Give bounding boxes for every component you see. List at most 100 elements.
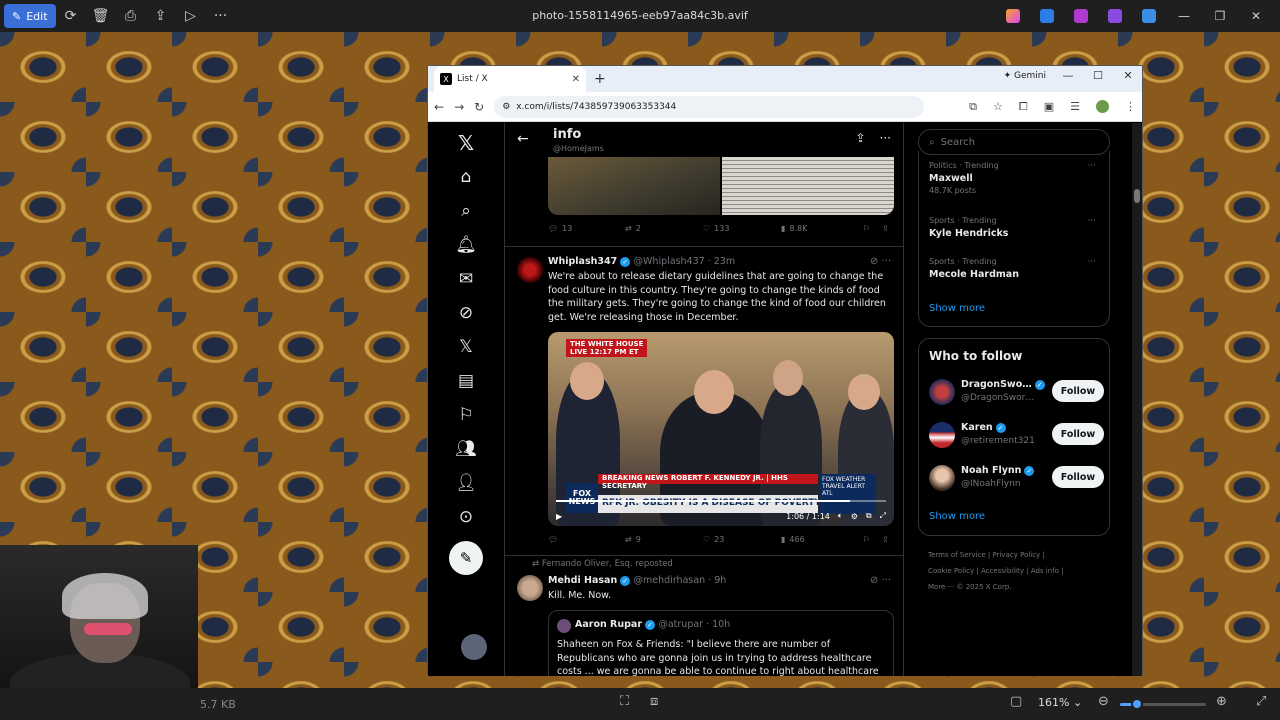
follow-button[interactable]: Follow [1052,380,1104,402]
slideshow-icon[interactable]: ▷ [176,3,206,29]
follow-suggestion[interactable]: DragonSwo… ✓ @DragonSwor… Follow [929,377,1104,409]
new-tab-icon[interactable]: + [594,71,606,87]
trend-more-icon[interactable]: ··· [1087,257,1096,267]
trends-show-more[interactable]: Show more [929,303,985,314]
install-app-icon[interactable]: ⧉ [969,100,977,114]
print-icon[interactable]: ⎙ [116,3,146,29]
url-field[interactable]: ⚙ x.com/i/lists/743859739063353344 [494,95,925,118]
zoom-in-icon[interactable]: ⊕ [1216,694,1227,709]
delete-icon[interactable]: 🗑 [86,3,116,29]
photos-app-icon[interactable] [1108,9,1122,23]
cookie-link[interactable]: Cookie Policy [928,567,974,575]
profile-icon[interactable]: 👤︎ [454,471,478,495]
like-button[interactable]: ♡ 23 [703,535,781,544]
volume-icon[interactable]: 🔈︎ [838,511,843,521]
clipchamp-icon[interactable] [1074,9,1088,23]
notifications-bell-icon[interactable]: 🔔︎ [454,233,478,257]
profile-avatar[interactable] [1096,100,1109,113]
trend-more-icon[interactable]: ··· [1087,161,1096,171]
bookmarks-icon[interactable]: ⚐ [454,403,478,427]
browser-minimize-button[interactable]: — [1058,69,1078,82]
browser-menu-icon[interactable]: ⋮ [1125,100,1136,113]
more-circle-icon[interactable]: ⊙ [454,505,478,529]
quoted-tweet[interactable]: Aaron Rupar ✓ @atrupar · 10h Shaheen on F… [548,610,894,676]
repost-button[interactable]: ⇄ 9 [625,535,703,544]
compose-post-button[interactable]: ✎ [449,541,483,575]
crop-icon[interactable]: ⛶ [620,694,629,709]
bookmark-star-icon[interactable]: ☆ [993,100,1003,113]
forward-nav-icon[interactable]: → [454,100,464,114]
pip-icon[interactable]: ⧉ [866,511,872,521]
more-options-icon[interactable]: ··· [206,3,236,29]
back-arrow-icon[interactable]: ← [517,131,529,147]
bookmark-icon[interactable]: ⚐ [863,224,870,233]
video-progress-bar[interactable] [556,500,886,502]
follow-button[interactable]: Follow [1052,423,1104,445]
account-avatar[interactable] [461,634,487,660]
bookmark-icon[interactable]: ⚐ [863,535,870,544]
trend-item[interactable]: Sports · Trending Kyle Hendricks ··· [929,216,1104,239]
copilot-icon[interactable] [1006,9,1020,23]
tweet-more-icon[interactable]: ⊘ ··· [870,575,891,586]
fullscreen-icon[interactable]: ⤢ [880,511,886,521]
follow-button[interactable]: Follow [1052,466,1104,488]
home-icon[interactable]: ⌂ [454,165,478,189]
rotate-icon[interactable]: ⟳ [56,3,86,29]
who-to-follow-show-more[interactable]: Show more [929,511,985,522]
minimize-button[interactable]: — [1168,3,1200,29]
follow-suggestion[interactable]: Noah Flynn ✓ @INoahFlynn Follow [929,463,1104,495]
views-button[interactable]: ▮ 466 [781,535,863,544]
tweet-author[interactable]: Mehdi Hasan ✓ @mehdirhasan · 9h [548,575,726,586]
repost-button[interactable]: ⇄ 2 [625,224,703,233]
settings-gear-icon[interactable]: ⚙ [851,512,858,521]
reload-icon[interactable]: ↻ [474,100,484,114]
trend-more-icon[interactable]: ··· [1087,216,1096,226]
page-scrollbar[interactable] [1132,123,1142,676]
zoom-slider[interactable] [1120,698,1206,710]
explore-search-icon[interactable]: ⌕ [454,199,478,223]
share-icon[interactable]: ⇪ [882,224,889,233]
tweet-avatar[interactable] [517,575,543,601]
fullscreen-toggle-icon[interactable]: ⤢ [1256,694,1266,709]
scrollbar-thumb[interactable] [1134,189,1140,203]
reading-list-icon[interactable]: ☰ [1070,100,1080,113]
edit-button[interactable]: ✎ Edit [4,4,56,28]
fit-to-window-icon[interactable]: ▢ [1010,694,1022,709]
tweet-avatar[interactable] [517,257,543,283]
gemini-button[interactable]: ✦ Gemini [1004,71,1046,81]
share-icon[interactable]: ⇪ [882,535,889,544]
zoom-out-icon[interactable]: ⊖ [1098,694,1109,709]
browser-close-button[interactable]: ✕ [1118,69,1138,82]
tweet-author[interactable]: Whiplash347 ✓ @Whiplash437 · 23m [548,256,735,267]
views-button[interactable]: ▮ 8.8K [781,224,863,233]
restore-button[interactable]: ❐ [1204,3,1236,29]
messages-mail-icon[interactable]: ✉ [454,267,478,291]
terms-link[interactable]: Terms of Service [928,551,986,559]
close-button[interactable]: ✕ [1240,3,1272,29]
premium-x-icon[interactable]: 𝕏 [454,335,478,359]
grok-icon[interactable]: ⊘ [454,301,478,325]
accessibility-link[interactable]: Accessibility [981,567,1024,575]
back-nav-icon[interactable]: ← [434,100,444,114]
tweet-media[interactable] [548,157,894,215]
lists-icon[interactable]: ▤ [454,369,478,393]
tweet-more-icon[interactable]: ⊘ ··· [870,256,891,267]
ads-info-link[interactable]: Ads info [1031,567,1059,575]
tweet[interactable]: Whiplash347 ✓ @Whiplash437 · 23m ⊘ ··· We… [505,246,903,556]
zoom-level[interactable]: 161% ⌄ [1038,696,1082,709]
like-button[interactable]: ♡ 133 [703,224,781,233]
trend-item[interactable]: Sports · Trending Mecole Hardman ··· [929,257,1104,280]
privacy-link[interactable]: Privacy Policy [993,551,1041,559]
split-view-icon[interactable]: ▣ [1044,100,1054,113]
reply-button[interactable]: 💬︎ [548,535,625,544]
tweet-video[interactable]: THE WHITE HOUSE LIVE 12:17 PM ET BREAKING… [548,332,894,526]
communities-icon[interactable]: 👥︎ [454,437,478,461]
browser-maximize-button[interactable]: ☐ [1088,69,1108,82]
tab-list-x[interactable]: X List / X ✕ [434,66,586,92]
play-icon[interactable]: ▶ [556,512,562,521]
x-home-logo-icon[interactable]: 𝕏 [454,131,478,155]
extensions-icon[interactable]: ⧠ [1019,100,1028,114]
site-info-icon[interactable]: ⚙ [502,102,510,112]
share-list-icon[interactable]: ⇪ [855,131,865,145]
zoom-slider-knob[interactable] [1131,698,1144,710]
